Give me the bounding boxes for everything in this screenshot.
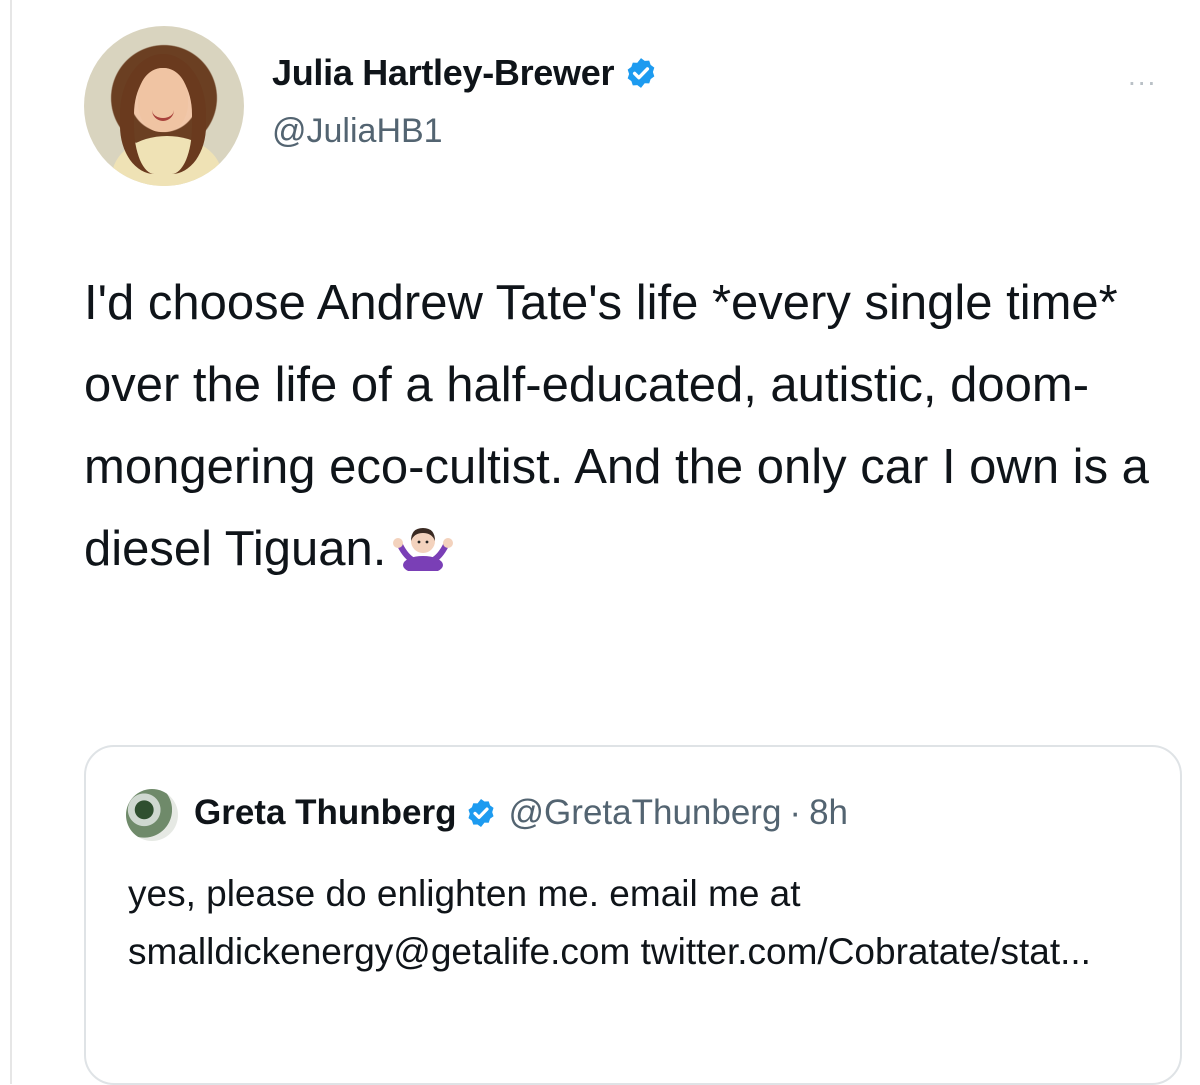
dot-separator: · xyxy=(789,793,802,832)
quoted-author-avatar[interactable] xyxy=(126,789,178,841)
shrug-emoji-icon xyxy=(393,528,454,571)
quoted-tweet-timestamp: 8h xyxy=(809,793,849,832)
ellipsis-icon[interactable]: ... xyxy=(1128,60,1157,92)
quoted-author-display-name: Greta Thunberg xyxy=(194,793,457,832)
quoted-tweet-text: yes, please do enlighten me. email me at… xyxy=(128,873,1091,972)
author-name-row: Julia Hartley-Brewer xyxy=(272,52,658,94)
verified-badge-icon xyxy=(467,799,494,827)
tweet-card[interactable]: Julia Hartley-Brewer @JuliaHB1 ... I'd c… xyxy=(10,0,1200,1085)
avatar-face-shape xyxy=(138,68,188,132)
tweet-body: I'd choose Andrew Tate's life *every sin… xyxy=(84,262,1194,590)
quoted-author-handle: @GretaThunberg xyxy=(508,793,782,832)
quoted-tweet[interactable]: Greta Thunberg @GretaThunberg · 8h yes, … xyxy=(84,745,1182,1085)
author-handle[interactable]: @JuliaHB1 xyxy=(272,112,443,151)
author-display-name[interactable]: Julia Hartley-Brewer xyxy=(272,52,614,94)
verified-badge-icon xyxy=(627,58,655,88)
tweet-text: I'd choose Andrew Tate's life *every sin… xyxy=(84,276,1149,576)
quoted-tweet-header: Greta Thunberg @GretaThunberg · 8h xyxy=(194,793,848,833)
author-avatar[interactable] xyxy=(84,26,244,186)
